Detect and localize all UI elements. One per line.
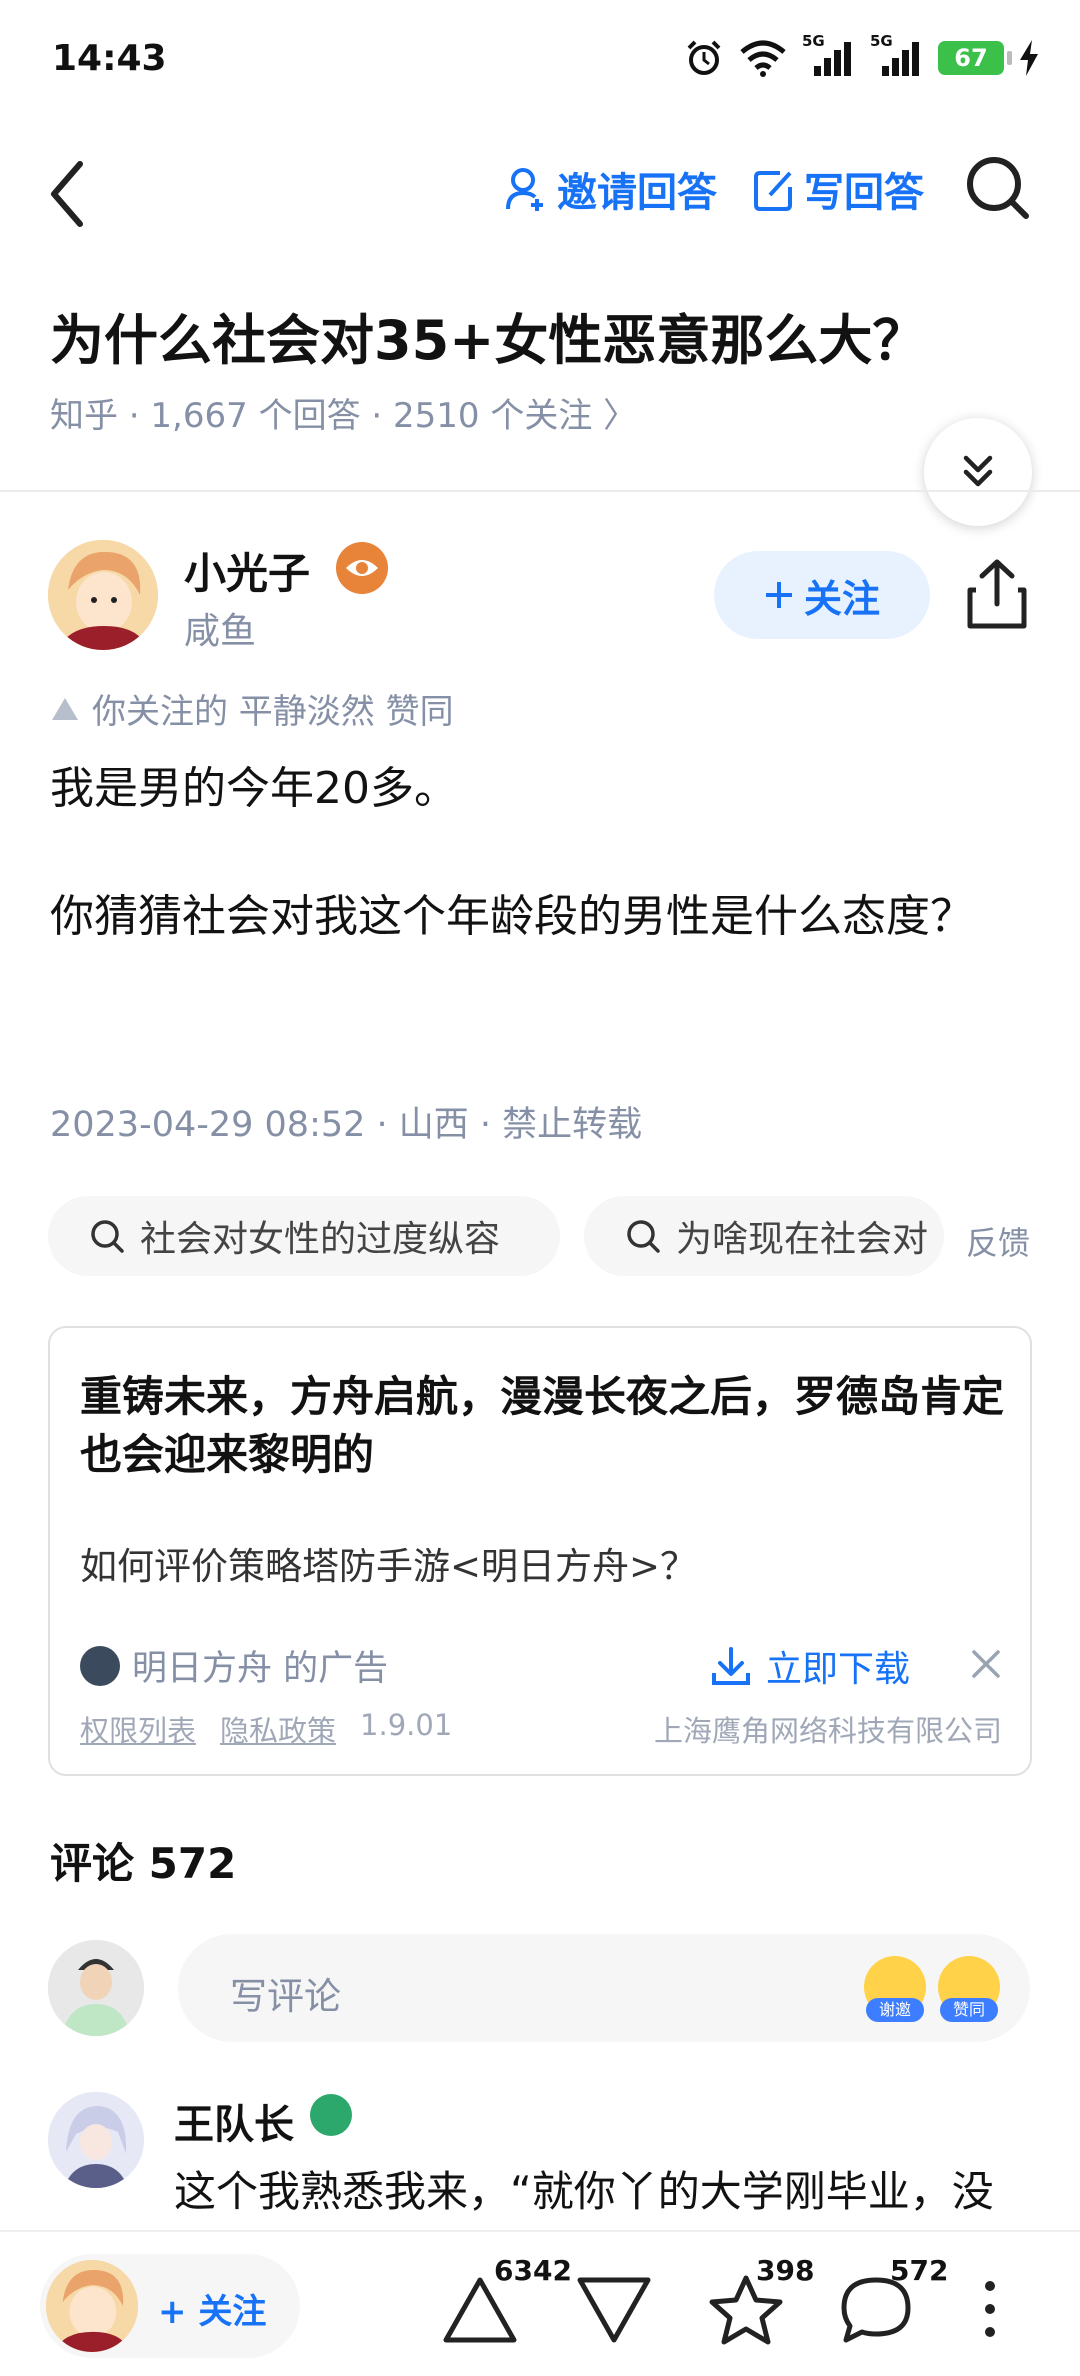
thanks-invite-emoji-icon[interactable]: 谢邀	[864, 1956, 926, 2022]
related-search-label: 为啥现在社会对	[676, 1219, 929, 1260]
endorsement-line: 你关注的 平静淡然 赞同	[50, 684, 454, 733]
wifi-icon	[740, 40, 786, 77]
comment-placeholder: 写评论	[230, 1975, 341, 2018]
close-icon[interactable]	[966, 1644, 1006, 1684]
invite-user-icon	[506, 168, 543, 211]
download-icon	[712, 1647, 750, 1685]
answer-paragraph: 你猜猜社会对我这个年龄段的男性是什么态度？	[50, 891, 974, 942]
signal-label: 5G	[870, 32, 893, 50]
downvote-icon[interactable]	[574, 2272, 654, 2348]
divider	[0, 490, 1080, 492]
battery-icon: 67	[938, 41, 1012, 75]
agree-emoji-icon[interactable]: 赞同	[938, 1956, 1000, 2022]
endorsement-text: 你关注的 平静淡然 赞同	[92, 692, 454, 732]
download-button[interactable]: 立即下载	[710, 1640, 910, 1692]
permissions-link[interactable]: 权限列表	[80, 1708, 196, 1750]
app-logo-icon	[80, 1645, 120, 1686]
back-icon[interactable]	[40, 154, 100, 234]
comments-header: 评论 572	[50, 1839, 237, 1888]
app-version: 1.9.01	[360, 1708, 453, 1742]
bottom-follow-pill[interactable]: + 关注	[40, 2254, 300, 2358]
double-chevron-down-icon	[963, 455, 993, 487]
search-icon	[91, 1220, 124, 1253]
question-meta[interactable]: 知乎 · 1,667 个回答 · 2510 个关注 〉	[50, 388, 637, 437]
write-answer-label: 写回答	[804, 170, 924, 216]
author-name[interactable]: 小光子	[184, 540, 310, 601]
favorite-count: 398	[756, 2254, 815, 2287]
answer-meta: 2023-04-29 08:52 · 山西 · 禁止转载	[50, 1105, 643, 1145]
question-title[interactable]: 为什么社会对35+女性恶意那么大？	[50, 296, 926, 375]
bottom-follow-label: + 关注	[158, 2292, 267, 2332]
ad-brand-label: 明日方舟 的广告	[132, 1649, 389, 1689]
answer-paragraph: 我是男的今年20多。	[50, 763, 458, 814]
eye-badge-icon	[336, 542, 388, 594]
author-avatar[interactable]	[48, 540, 158, 650]
edit-icon	[754, 171, 792, 211]
avatar-illustration	[48, 540, 158, 650]
author-subtitle: 咸鱼	[184, 611, 257, 652]
comment-text[interactable]: 这个我熟悉我来，“就你丫的大学刚毕业，没	[174, 2158, 994, 2219]
related-search-chip[interactable]: 社会对女性的过度纵容	[48, 1196, 560, 1276]
ad-title[interactable]: 重铸未来，方舟启航，漫漫长夜之后，罗德岛肯定也会迎来黎明的	[80, 1368, 1010, 1484]
ad-brand: 明日方舟 的广告	[80, 1640, 388, 1691]
status-icons: 5G 5G 67	[684, 32, 1040, 78]
invite-answer-button[interactable]: 邀请回答	[505, 160, 717, 218]
follow-label: 关注	[803, 576, 880, 621]
comment-input[interactable]: 写评论 谢邀 赞同	[178, 1934, 1030, 2042]
upvote-count: 6342	[494, 2254, 572, 2287]
ad-card[interactable]: 重铸未来，方舟启航，漫漫长夜之后，罗德岛肯定也会迎来黎明的 如何评价策略塔防手游…	[48, 1326, 1032, 1776]
emoji-label: 谢邀	[866, 1998, 924, 2022]
download-label: 立即下载	[766, 1649, 911, 1690]
write-answer-button[interactable]: 写回答	[752, 160, 924, 218]
follow-button[interactable]: 关注	[714, 551, 930, 639]
comment-count: 572	[890, 2254, 949, 2287]
ad-subtitle[interactable]: 如何评价策略塔防手游<明日方舟>？	[80, 1536, 697, 1590]
ad-links: 权限列表 隐私政策 1.9.01	[80, 1708, 452, 1750]
status-time: 14:43	[52, 38, 167, 79]
author-avatar	[46, 2260, 138, 2352]
comment-author-name[interactable]: 王队长	[174, 2092, 294, 2150]
more-vertical-icon[interactable]	[978, 2274, 1002, 2344]
charging-icon	[1020, 40, 1038, 76]
plus-icon	[765, 582, 792, 608]
related-search-chip[interactable]: 为啥现在社会对	[584, 1196, 944, 1276]
bottom-action-bar: + 关注 6342 398 572	[0, 2230, 1080, 2376]
alarm-icon	[687, 40, 721, 75]
search-icon[interactable]	[962, 152, 1032, 222]
signal-icon: 5G	[870, 32, 924, 78]
signal-label: 5G	[802, 32, 825, 50]
share-icon[interactable]	[962, 556, 1032, 632]
feedback-link[interactable]: 反馈	[966, 1218, 1030, 1264]
status-bar: 14:43 5G 5G 67	[0, 0, 1080, 120]
my-avatar	[48, 1940, 144, 2036]
signal-icon: 5G	[802, 32, 856, 78]
privacy-policy-link[interactable]: 隐私政策	[220, 1708, 336, 1750]
upvote-triangle-icon	[52, 697, 78, 720]
top-nav: 邀请回答 写回答	[0, 140, 1080, 250]
trophy-badge-icon	[310, 2094, 352, 2136]
invite-answer-label: 邀请回答	[557, 170, 717, 216]
comment-avatar[interactable]	[48, 2092, 144, 2188]
ad-company: 上海鹰角网络科技有限公司	[653, 1714, 1002, 1748]
collapse-button[interactable]	[924, 418, 1032, 526]
related-search-label: 社会对女性的过度纵容	[140, 1219, 501, 1260]
search-icon	[627, 1220, 660, 1253]
emoji-label: 赞同	[940, 1998, 998, 2022]
